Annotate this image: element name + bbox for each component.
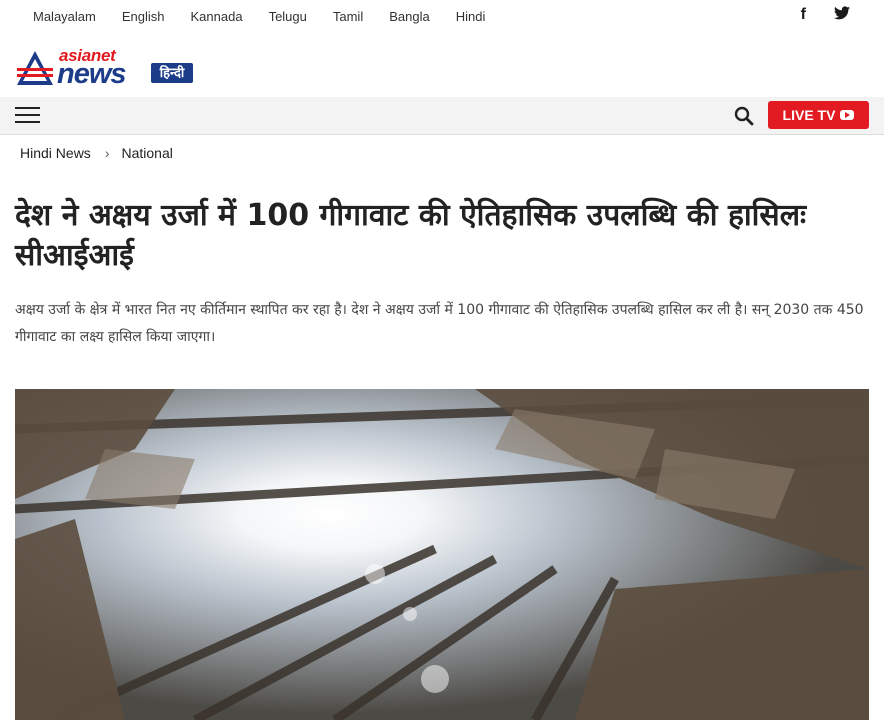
search-icon[interactable] [734, 106, 754, 126]
live-tv-label: LIVE TV [782, 107, 836, 123]
lang-english[interactable]: English [122, 9, 165, 24]
main-nav-bar: LIVE TV [0, 97, 884, 135]
lang-bangla[interactable]: Bangla [389, 9, 429, 24]
play-icon [840, 110, 855, 120]
breadcrumb-home[interactable]: Hindi News [20, 145, 91, 161]
article-headline: देश ने अक्षय उर्जा में 100 गीगावाट की ऐत… [15, 198, 807, 273]
facebook-icon[interactable]: f [801, 6, 806, 25]
twitter-icon[interactable] [834, 6, 850, 25]
logo-news-text: news [57, 58, 127, 90]
breadcrumb-section[interactable]: National [121, 145, 172, 161]
social-links: f [801, 6, 850, 25]
breadcrumb: Hindi News › National [20, 145, 173, 161]
logo-mark-icon [17, 51, 53, 85]
language-bar: Malayalam English Kannada Telugu Tamil B… [0, 0, 884, 34]
logo-hindi-badge: हिन्दी [151, 63, 193, 83]
article-hero-image [15, 389, 869, 720]
lang-telugu[interactable]: Telugu [269, 9, 307, 24]
language-list: Malayalam English Kannada Telugu Tamil B… [33, 9, 511, 24]
menu-icon[interactable] [15, 107, 40, 124]
site-logo[interactable]: asianet news हिन्दी [15, 45, 197, 90]
chevron-right-icon: › [104, 145, 110, 161]
lang-malayalam[interactable]: Malayalam [33, 9, 96, 24]
article-summary: अक्षय उर्जा के क्षेत्र में भारत नित नए क… [15, 302, 864, 345]
lang-hindi[interactable]: Hindi [456, 9, 486, 24]
live-tv-button[interactable]: LIVE TV [768, 101, 869, 129]
lang-tamil[interactable]: Tamil [333, 9, 363, 24]
lang-kannada[interactable]: Kannada [191, 9, 243, 24]
